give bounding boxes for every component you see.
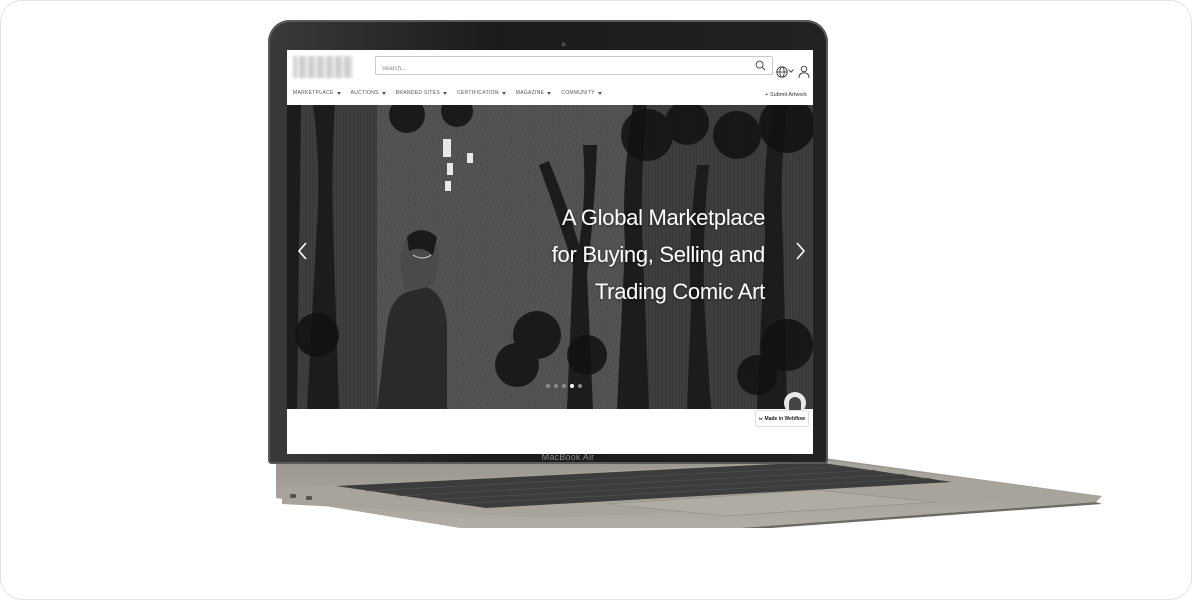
hero-title-line: for Buying, Selling and (551, 242, 766, 267)
caret-down-icon (381, 91, 386, 95)
nav-item-branded-sites[interactable]: BRANDED SITES (396, 90, 447, 96)
main-nav: MARKETPLACE AUCTIONS BRANDED SITES CERTI… (293, 87, 602, 99)
nav-label: COMMUNITY (561, 90, 595, 96)
nav-label: CERTIFICATION (456, 90, 499, 96)
caret-down-icon (501, 91, 506, 95)
carousel-dot[interactable] (562, 384, 566, 388)
carousel-dot[interactable] (554, 384, 558, 388)
site-header: MARKETPLACE AUCTIONS BRANDED SITES CERTI… (287, 50, 813, 105)
user-icon[interactable] (798, 65, 810, 79)
carousel-dot[interactable] (570, 384, 574, 388)
made-in-webflow-badge[interactable]: Made in Webflow (755, 410, 809, 427)
search-input[interactable] (376, 60, 748, 78)
carousel-dot[interactable] (578, 384, 582, 388)
chevron-down-icon[interactable] (788, 68, 794, 74)
laptop-base (276, 458, 1102, 528)
nav-item-community[interactable]: COMMUNITY (561, 90, 602, 96)
caret-down-icon (336, 91, 341, 95)
badge-label: Made in Webflow (764, 415, 805, 422)
hero-title: A Global Marketplace for Buying, Selling… (465, 199, 766, 310)
caret-down-icon (597, 91, 602, 95)
screen: MARKETPLACE AUCTIONS BRANDED SITES CERTI… (287, 50, 813, 454)
caret-down-icon (442, 91, 447, 95)
nav-label: BRANDED SITES (395, 90, 440, 96)
search-bar (375, 56, 773, 78)
nav-item-auctions[interactable]: AUCTIONS (351, 90, 386, 96)
carousel-dot[interactable] (546, 384, 550, 388)
hero-title-line: A Global Marketplace (561, 205, 765, 230)
nav-label: MAGAZINE (515, 90, 545, 96)
globe-icon[interactable] (776, 66, 788, 78)
hero-carousel: A Global Marketplace for Buying, Selling… (287, 105, 813, 409)
chevron-right-icon[interactable] (793, 241, 807, 261)
nav-item-magazine[interactable]: MAGAZINE (516, 90, 552, 96)
camera (561, 42, 566, 47)
search-icon[interactable] (755, 60, 766, 71)
nav-item-marketplace[interactable]: MARKETPLACE (293, 90, 341, 96)
submit-artwork-link[interactable]: + Submit Artwork (765, 92, 807, 98)
content-area (287, 409, 813, 454)
site-logo[interactable] (293, 56, 353, 78)
caret-down-icon (547, 91, 552, 95)
carousel-dots (546, 384, 582, 388)
hero-title-line: Trading Comic Art (594, 279, 765, 304)
nav-label: MARKETPLACE (293, 90, 334, 96)
nav-label: AUCTIONS (350, 90, 379, 96)
nav-item-certification[interactable]: CERTIFICATION (457, 90, 506, 96)
webflow-icon (759, 417, 763, 420)
chevron-left-icon[interactable] (296, 241, 310, 261)
